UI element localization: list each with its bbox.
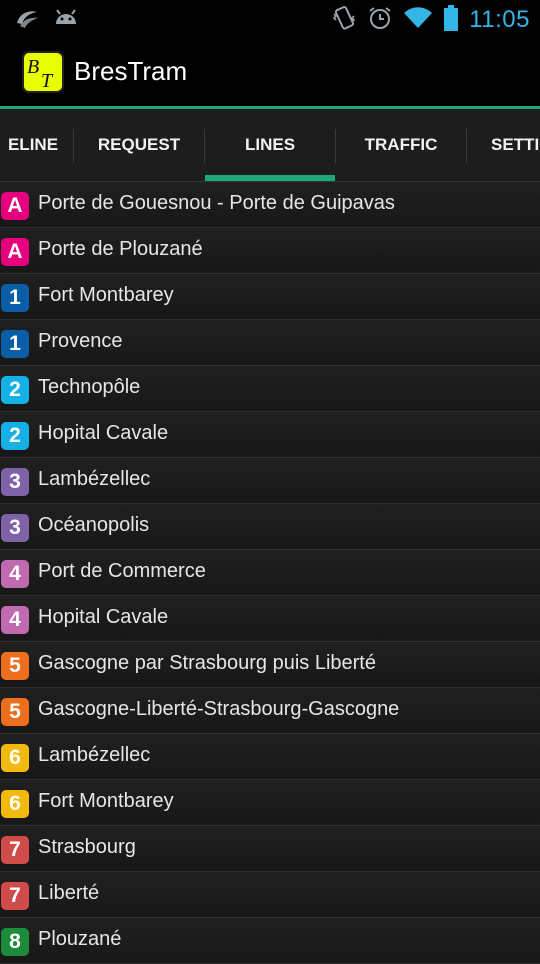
list-item[interactable]: 6 Lambézellec <box>0 734 540 780</box>
app-logo[interactable]: B T <box>22 51 64 93</box>
tab-label: REQUEST <box>97 135 181 154</box>
line-destination: Provence <box>38 330 123 352</box>
line-badge: 1 <box>1 330 29 358</box>
list-item[interactable]: 1 Fort Montbarey <box>0 274 540 320</box>
line-destination: Porte de Plouzané <box>38 238 203 260</box>
line-badge: 2 <box>1 376 29 404</box>
line-destination: Gascogne par Strasbourg puis Liberté <box>38 652 376 674</box>
clock: 11:05 <box>469 6 530 33</box>
tab-settings[interactable]: SETTI <box>467 109 540 181</box>
line-badge: 6 <box>1 790 29 818</box>
list-item[interactable]: 3 Lambézellec <box>0 458 540 504</box>
line-badge: 5 <box>1 698 29 726</box>
list-item[interactable]: 3 Océanopolis <box>0 504 540 550</box>
line-badge: 4 <box>1 606 29 634</box>
line-destination: Strasbourg <box>38 836 136 858</box>
line-destination: Technopôle <box>38 376 141 398</box>
tab-traffic[interactable]: TRAFFIC <box>336 109 466 181</box>
svg-text:T: T <box>41 70 54 92</box>
line-badge: 2 <box>1 422 29 450</box>
battery-icon <box>443 4 459 36</box>
tab-timeline[interactable]: ELINE <box>0 109 72 181</box>
selected-tab-indicator <box>205 175 335 181</box>
list-item[interactable]: 1 Provence <box>0 320 540 366</box>
list-item[interactable]: 5 Gascogne-Liberté-Strasbourg-Gascogne <box>0 688 540 734</box>
line-badge: 7 <box>1 882 29 910</box>
list-item[interactable]: 5 Gascogne par Strasbourg puis Liberté <box>0 642 540 688</box>
line-badge: 4 <box>1 560 29 588</box>
alarm-icon <box>367 5 393 35</box>
app-title: BresTram <box>74 56 188 86</box>
status-bar: 11:05 <box>0 0 540 38</box>
line-destination: Gascogne-Liberté-Strasbourg-Gascogne <box>38 698 400 720</box>
line-badge: 6 <box>1 744 29 772</box>
line-destination: Fort Montbarey <box>38 790 174 812</box>
list-item[interactable]: A Porte de Gouesnou - Porte de Guipavas <box>0 182 540 228</box>
line-badge: 3 <box>1 468 29 496</box>
wifi-icon <box>403 6 433 34</box>
list-item[interactable]: 6 Fort Montbarey <box>0 780 540 826</box>
swiftkey-icon <box>14 8 40 34</box>
vibrate-icon <box>331 4 357 36</box>
android-icon <box>54 8 78 34</box>
line-destination: Océanopolis <box>38 514 150 536</box>
list-item[interactable]: 4 Hopital Cavale <box>0 596 540 642</box>
line-destination: Liberté <box>38 882 100 904</box>
line-badge: A <box>1 238 29 266</box>
svg-text:B: B <box>27 56 39 78</box>
line-badge: 7 <box>1 836 29 864</box>
tab-lines[interactable]: LINES <box>205 109 335 181</box>
line-destination: Hopital Cavale <box>38 422 169 444</box>
line-destination: Plouzané <box>38 928 122 950</box>
line-destination: Lambézellec <box>38 468 151 490</box>
line-destination: Lambézellec <box>38 744 151 766</box>
list-item[interactable]: 7 Liberté <box>0 872 540 918</box>
action-bar: B T BresTram <box>0 38 540 109</box>
list-item[interactable]: 2 Technopôle <box>0 366 540 412</box>
tab-label: TRAFFIC <box>364 135 438 154</box>
line-badge: 8 <box>1 928 29 956</box>
list-item[interactable]: 2 Hopital Cavale <box>0 412 540 458</box>
line-destination: Hopital Cavale <box>38 606 169 628</box>
line-destination: Port de Commerce <box>38 560 206 582</box>
list-item[interactable]: 4 Port de Commerce <box>0 550 540 596</box>
list-item[interactable]: 7 Strasbourg <box>0 826 540 872</box>
tab-label: SETTI <box>491 135 540 154</box>
line-destination: Porte de Gouesnou - Porte de Guipavas <box>38 192 395 214</box>
tab-label: LINES <box>244 135 296 154</box>
list-item[interactable]: 8 Plouzané <box>0 918 540 964</box>
list-item[interactable]: A Porte de Plouzané <box>0 228 540 274</box>
lines-list: A Porte de Gouesnou - Porte de Guipavas A P… <box>0 182 540 964</box>
line-badge: A <box>1 192 29 220</box>
line-destination: Fort Montbarey <box>38 284 174 306</box>
line-badge: 3 <box>1 514 29 542</box>
line-badge: 1 <box>1 284 29 312</box>
tab-label: ELINE <box>7 135 59 154</box>
line-badge: 5 <box>1 652 29 680</box>
tab-bar: ELINE REQUEST LINES TRAFFIC SETTI <box>0 109 540 182</box>
tab-request[interactable]: REQUEST <box>74 109 204 181</box>
